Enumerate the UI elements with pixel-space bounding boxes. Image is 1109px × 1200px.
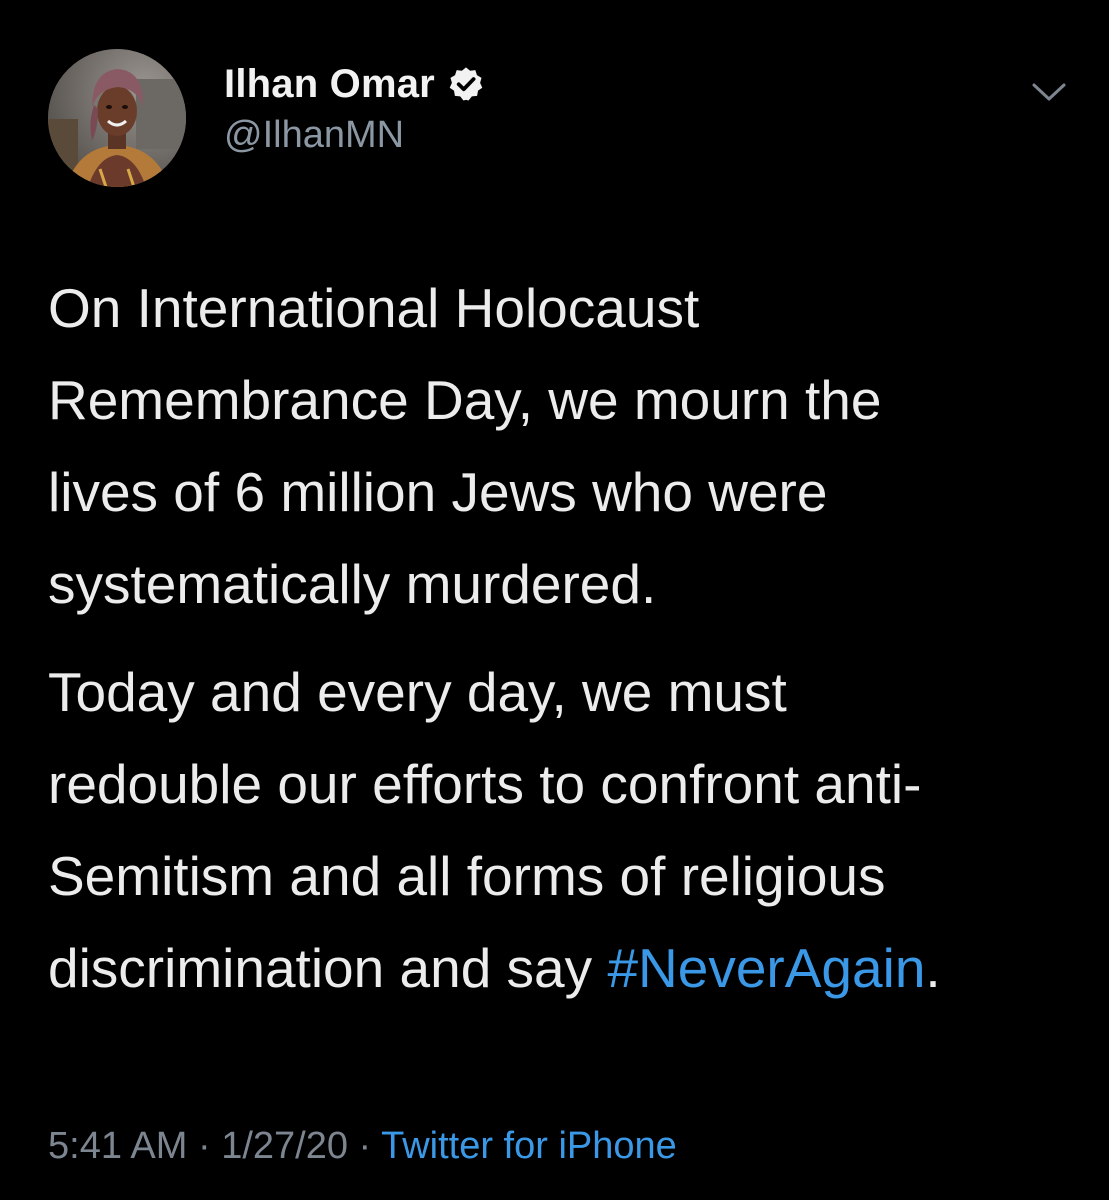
tweet-text-segment: discrimination and say <box>48 937 608 999</box>
tweet-line: On International Holocaust <box>48 277 700 339</box>
source-link[interactable]: Twitter for iPhone <box>381 1125 677 1167</box>
tweet-line: Today and every day, we must <box>48 661 787 723</box>
hashtag-link[interactable]: #NeverAgain <box>607 937 925 999</box>
tweet-line-last: discrimination and say #NeverAgain. <box>48 922 1078 1014</box>
tweet-meta: 5:41 AM · 1/27/20 · Twitter for iPhone <box>48 1125 677 1168</box>
tweet-line: Remembrance Day, we mourn the <box>48 369 882 431</box>
tweet-paragraph-2: Today and every day, we must redouble ou… <box>48 646 1078 1014</box>
tweet-card: Ilhan Omar @IlhanMN On International Hol… <box>0 0 1109 1200</box>
tweet-header: Ilhan Omar @IlhanMN <box>224 58 485 157</box>
tweet-date[interactable]: 1/27/20 <box>221 1125 348 1167</box>
tweet-text-segment: . <box>925 937 941 999</box>
tweet-line: systematically murdered. <box>48 553 657 615</box>
tweet-paragraph-1: On International Holocaust Remembrance D… <box>48 262 1078 630</box>
tweet-time[interactable]: 5:41 AM <box>48 1125 187 1167</box>
avatar[interactable] <box>48 49 186 187</box>
tweet-line: Semitism and all forms of religious <box>48 845 886 907</box>
verified-badge-icon <box>447 65 485 103</box>
meta-separator: · <box>187 1125 222 1167</box>
meta-separator: · <box>348 1125 382 1167</box>
display-name[interactable]: Ilhan Omar <box>224 62 435 107</box>
avatar-photo <box>48 49 186 187</box>
user-handle[interactable]: @IlhanMN <box>224 114 485 157</box>
tweet-text: On International Holocaust Remembrance D… <box>48 262 1078 1014</box>
name-row: Ilhan Omar <box>224 58 485 110</box>
tweet-line: redouble our efforts to confront anti- <box>48 753 922 815</box>
chevron-down-icon[interactable] <box>1030 80 1068 104</box>
tweet-line: lives of 6 million Jews who were <box>48 461 828 523</box>
